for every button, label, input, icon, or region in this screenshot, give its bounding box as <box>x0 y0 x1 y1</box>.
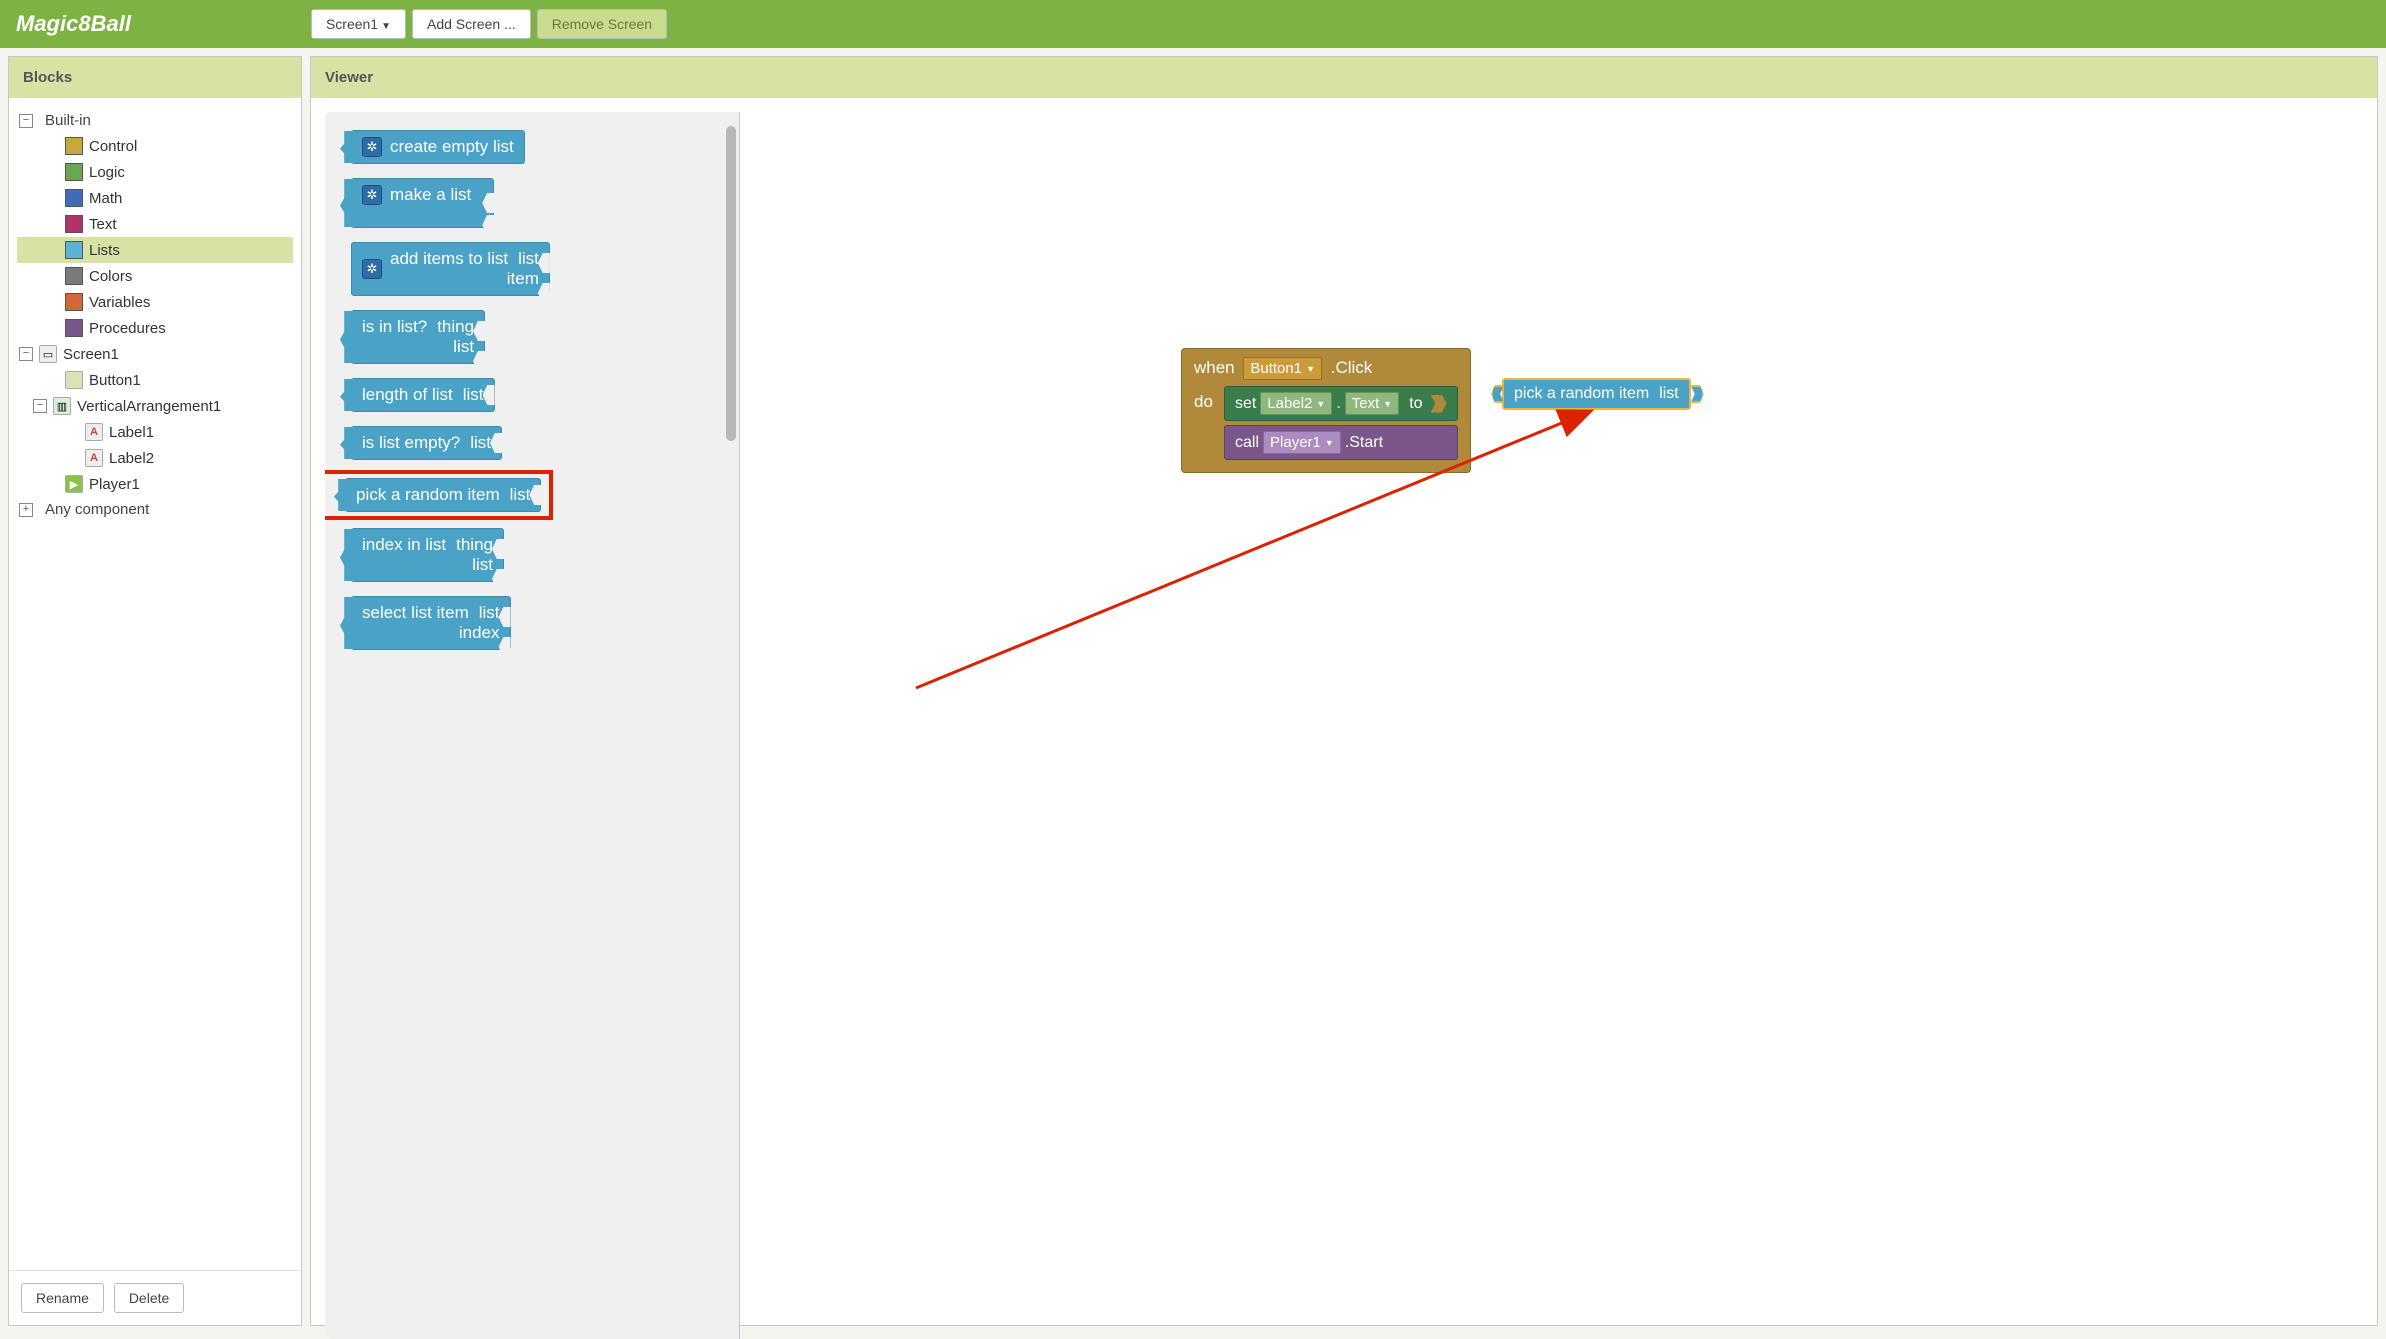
blocks-panel: Blocks −Built-in Control Logic Math Text… <box>8 56 302 1326</box>
tree-cat-logic[interactable]: Logic <box>17 159 293 185</box>
do-label: do <box>1194 386 1224 412</box>
collapse-icon[interactable]: − <box>19 347 33 361</box>
component-dropdown-player1[interactable]: Player1▼ <box>1263 431 1341 454</box>
caret-down-icon: ▼ <box>1325 438 1334 448</box>
layout-icon: ▥ <box>53 397 71 415</box>
caret-down-icon: ▼ <box>1306 364 1315 374</box>
tree-button1[interactable]: Button1 <box>17 367 293 393</box>
label-icon: A <box>85 449 103 467</box>
gear-icon[interactable]: ✲ <box>362 185 382 205</box>
block-select-list-item[interactable]: select list itemlistindex <box>351 596 511 650</box>
workspace-block-group[interactable]: when Button1▼ .Click do set Label2▼ . Te… <box>1181 348 1471 473</box>
screen-selector-button[interactable]: Screen1▼ <box>311 9 406 39</box>
tree-cat-colors[interactable]: Colors <box>17 263 293 289</box>
block-is-list-empty[interactable]: is list empty?list <box>351 426 502 460</box>
call-player-start-block[interactable]: call Player1▼ .Start <box>1224 425 1458 460</box>
block-is-in-list[interactable]: is in list?thinglist <box>351 310 485 364</box>
block-add-items-to-list[interactable]: ✲ add items to listlistitem <box>351 242 550 296</box>
viewer-workspace[interactable]: ✲create empty list ✲make a list ✲ add it… <box>311 98 2377 1325</box>
caret-down-icon: ▼ <box>1383 399 1392 409</box>
tree-footer: Rename Delete <box>9 1270 301 1325</box>
tree-cat-math[interactable]: Math <box>17 185 293 211</box>
tree-cat-text[interactable]: Text <box>17 211 293 237</box>
block-create-empty-list[interactable]: ✲create empty list <box>351 130 525 164</box>
block-length-of-list[interactable]: length of listlist <box>351 378 495 412</box>
workspace-pick-random-block[interactable]: pick a random itemlist <box>1502 378 1691 410</box>
expand-icon[interactable]: + <box>19 503 33 517</box>
tree-any-component[interactable]: +Any component <box>17 497 293 522</box>
gear-icon[interactable]: ✲ <box>362 259 382 279</box>
tree-vertical[interactable]: −▥VerticalArrangement1 <box>17 393 293 419</box>
collapse-icon[interactable]: − <box>19 114 33 128</box>
caret-down-icon: ▼ <box>1316 399 1325 409</box>
socket-icon <box>1431 395 1447 413</box>
property-dropdown-text[interactable]: Text▼ <box>1345 392 1399 415</box>
player-icon: ▶ <box>65 475 83 493</box>
tree-cat-procedures[interactable]: Procedures <box>17 315 293 341</box>
tree-label2[interactable]: ALabel2 <box>17 445 293 471</box>
top-toolbar: Magic8Ball Screen1▼ Add Screen ... Remov… <box>0 0 2386 48</box>
block-palette: ✲create empty list ✲make a list ✲ add it… <box>325 112 740 1339</box>
rename-button[interactable]: Rename <box>21 1283 104 1313</box>
component-dropdown-label2[interactable]: Label2▼ <box>1260 392 1332 415</box>
tree-builtin[interactable]: −Built-in <box>17 108 293 133</box>
tree-screen1[interactable]: −▭Screen1 <box>17 341 293 367</box>
button-icon <box>65 371 83 389</box>
annotation-highlight: pick a random itemlist <box>325 470 553 520</box>
blocks-tree: −Built-in Control Logic Math Text Lists … <box>9 98 301 1270</box>
block-index-in-list[interactable]: index in listthinglist <box>351 528 504 582</box>
block-make-a-list[interactable]: ✲make a list <box>351 178 494 228</box>
tree-cat-lists[interactable]: Lists <box>17 237 293 263</box>
app-title: Magic8Ball <box>16 11 131 37</box>
collapse-icon[interactable]: − <box>33 399 47 413</box>
set-label-text-block[interactable]: set Label2▼ . Text▼ to <box>1224 386 1458 421</box>
tree-cat-variables[interactable]: Variables <box>17 289 293 315</box>
label-icon: A <box>85 423 103 441</box>
palette-scrollbar[interactable] <box>726 126 736 441</box>
add-screen-button[interactable]: Add Screen ... <box>412 9 531 39</box>
screen-icon: ▭ <box>39 345 57 363</box>
blocks-panel-header: Blocks <box>9 57 301 98</box>
remove-screen-button[interactable]: Remove Screen <box>537 9 667 39</box>
delete-button[interactable]: Delete <box>114 1283 184 1313</box>
caret-down-icon: ▼ <box>381 21 391 32</box>
viewer-panel: Viewer ✲create empty list ✲make a list ✲… <box>310 56 2378 1326</box>
gear-icon[interactable]: ✲ <box>362 137 382 157</box>
component-dropdown-button1[interactable]: Button1▼ <box>1243 357 1322 380</box>
viewer-panel-header: Viewer <box>311 57 2377 98</box>
tree-player1[interactable]: ▶Player1 <box>17 471 293 497</box>
tree-cat-control[interactable]: Control <box>17 133 293 159</box>
block-pick-random-item[interactable]: pick a random itemlist <box>345 478 541 512</box>
tree-label1[interactable]: ALabel1 <box>17 419 293 445</box>
when-button-click-block[interactable]: when Button1▼ .Click do set Label2▼ . Te… <box>1181 348 1471 473</box>
